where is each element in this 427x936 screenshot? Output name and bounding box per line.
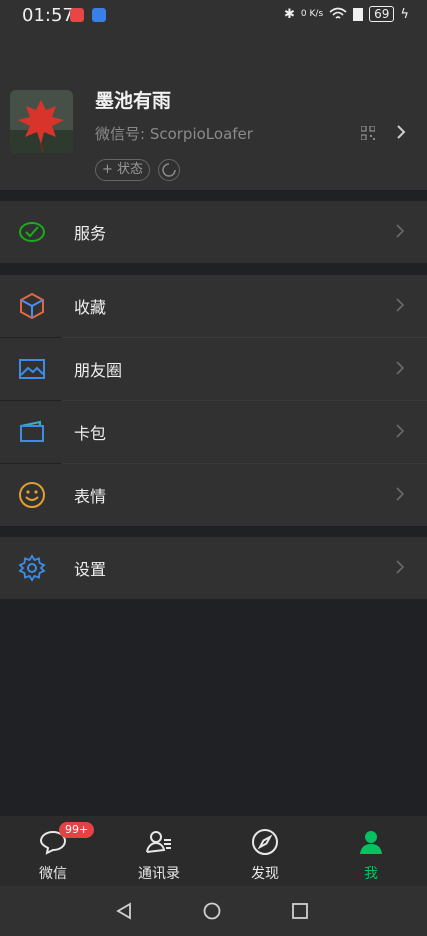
add-status-button[interactable]: + 状态	[95, 159, 151, 181]
chevron-right-icon[interactable]	[396, 124, 406, 140]
menu-item-settings[interactable]: 设置	[0, 537, 427, 599]
menu-item-stickers[interactable]: 表情	[0, 464, 427, 526]
tab-me[interactable]: 我	[318, 816, 424, 886]
wallet-icon	[20, 420, 44, 442]
charging-icon: ϟ	[400, 6, 409, 22]
chevron-right-icon	[396, 361, 404, 375]
qr-code-icon[interactable]	[361, 126, 375, 140]
services-label: 服务	[74, 224, 107, 243]
gear-icon	[18, 554, 46, 582]
status-bar: 01:57 ✱ 0 K/s 69 ϟ	[0, 0, 427, 32]
status-time: 01:57	[22, 5, 74, 26]
system-navigation-bar	[0, 886, 427, 936]
stickers-label: 表情	[74, 487, 107, 506]
chevron-right-icon	[396, 298, 404, 312]
smiley-icon	[19, 482, 45, 508]
section-divider	[0, 526, 427, 536]
cards-label: 卡包	[74, 424, 107, 443]
chevron-right-icon	[396, 560, 404, 574]
menu-item-favorites[interactable]: 收藏	[0, 275, 427, 337]
profile-name: 墨池有雨	[95, 90, 172, 112]
contacts-icon	[146, 831, 171, 853]
network-speed: 0 K/s	[300, 9, 324, 19]
menu-item-services[interactable]: 服务	[0, 201, 427, 263]
status-ring-icon[interactable]	[158, 159, 180, 181]
tab-label: 微信	[39, 866, 67, 882]
section-divider	[0, 264, 427, 274]
profile-header[interactable]: 墨池有雨 微信号: ScorpioLoafer + 状态	[0, 32, 427, 190]
compass-icon	[252, 829, 278, 855]
app-notification-icon	[92, 8, 106, 22]
back-icon[interactable]	[115, 902, 133, 920]
battery-level: 69	[369, 6, 395, 22]
tab-contacts[interactable]: 通讯录	[106, 816, 212, 886]
home-icon[interactable]	[203, 902, 221, 920]
avatar[interactable]	[10, 90, 73, 153]
moments-photo-icon	[19, 359, 45, 379]
recents-icon[interactable]	[292, 903, 308, 919]
video-app-icon	[70, 8, 84, 22]
menu-item-moments[interactable]: 朋友圈	[0, 338, 427, 400]
bottom-tab-bar: 99+ 微信 通讯录 发现 我	[0, 816, 427, 886]
favorites-cube-icon	[20, 292, 44, 320]
chevron-right-icon	[396, 224, 404, 238]
wechat-id: 微信号: ScorpioLoafer	[95, 125, 253, 143]
services-icon	[19, 222, 45, 242]
wifi-icon	[329, 7, 347, 19]
chevron-right-icon	[396, 487, 404, 501]
settings-label: 设置	[74, 560, 107, 579]
sim-icon	[353, 7, 364, 21]
tab-label: 通讯录	[138, 866, 180, 882]
tab-label: 发现	[251, 866, 279, 882]
chevron-right-icon	[396, 424, 404, 438]
section-divider	[0, 190, 427, 200]
unread-badge: 99+	[59, 822, 95, 838]
person-icon	[360, 831, 382, 854]
favorites-label: 收藏	[74, 298, 107, 317]
menu-item-cards[interactable]: 卡包	[0, 401, 427, 463]
moments-label: 朋友圈	[74, 361, 123, 380]
tab-discover[interactable]: 发现	[212, 816, 318, 886]
tab-label: 我	[364, 866, 378, 882]
tab-chats[interactable]: 99+ 微信	[0, 816, 106, 886]
bluetooth-icon: ✱	[284, 6, 295, 22]
